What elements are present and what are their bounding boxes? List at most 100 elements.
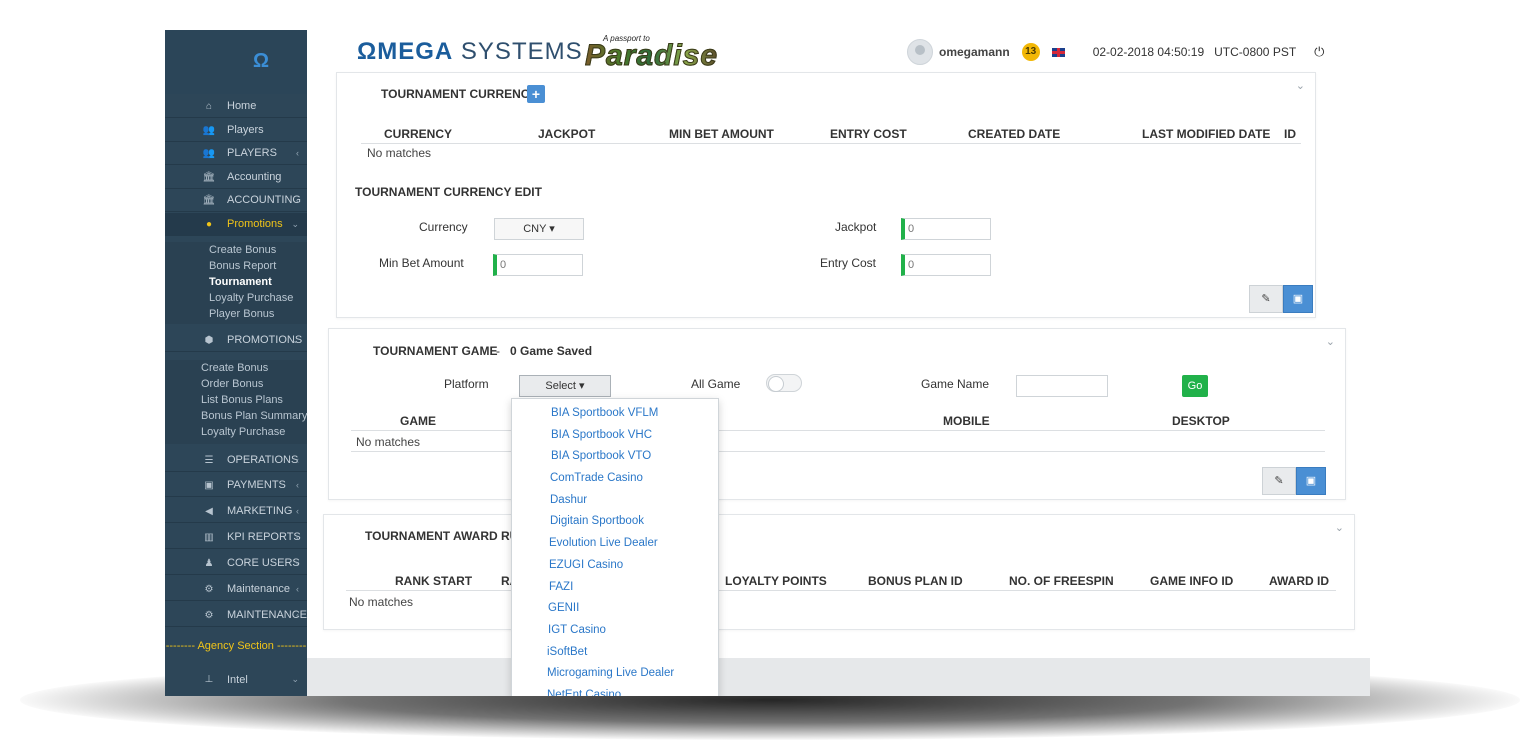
dropdown-option[interactable]: iSoftBet — [512, 642, 718, 664]
sidebar-item-core-users[interactable]: ♟ CORE USERS ‹ — [165, 552, 307, 575]
notification-badge[interactable]: 13 — [1021, 43, 1040, 61]
all-game-toggle[interactable] — [766, 374, 802, 392]
dropdown-option[interactable]: Microgaming Live Dealer — [512, 663, 718, 685]
jackpot-input[interactable]: 0 — [901, 218, 991, 240]
game-name-label: Game Name — [921, 377, 990, 391]
submenu-item-loyalty-purchase[interactable]: Loyalty Purchase — [209, 290, 307, 306]
sidebar-item-players-menu[interactable]: 👥 PLAYERS ‹ — [165, 142, 307, 165]
dropdown-option[interactable]: GENII — [512, 598, 718, 620]
platform-dropdown-menu: BIA Sportbook VFLM BIA Sportbook VHC BIA… — [511, 398, 719, 696]
chevron-left-icon: ‹ — [296, 558, 299, 568]
column-header[interactable]: DESKTOP — [1172, 414, 1230, 428]
column-header[interactable]: MOBILE — [943, 414, 990, 428]
jackpot-label: Jackpot — [835, 220, 877, 234]
submenu-item-create-bonus[interactable]: Create Bonus — [209, 242, 307, 258]
empty-table-message: No matches — [349, 595, 414, 609]
eraser-button[interactable]: ✎ — [1262, 467, 1296, 495]
min-bet-label: Min Bet Amount — [379, 256, 464, 270]
chevron-left-icon: ‹ — [296, 506, 299, 516]
submenu-item-loyalty-purchase[interactable]: Loyalty Purchase — [201, 424, 307, 440]
column-header[interactable]: CURRENCY — [384, 127, 452, 141]
submenu-item-order-bonus[interactable]: Order Bonus — [201, 376, 307, 392]
sidebar-item-promotions-upper[interactable]: ⬢ PROMOTIONS ⌄ — [165, 329, 307, 352]
sidebar-item-label: ACCOUNTING — [227, 194, 301, 206]
column-header[interactable]: NO. OF FREESPIN — [1009, 574, 1114, 588]
eraser-button[interactable]: ✎ — [1249, 285, 1283, 313]
stage: Ω ⌂ Home 👥 Players 👥 PLAYERS ‹ 🏛 Account… — [0, 0, 1539, 749]
sidebar-item-marketing[interactable]: ◀ MARKETING ‹ — [165, 500, 307, 523]
column-header[interactable]: ENTRY COST — [830, 127, 907, 141]
dropdown-option[interactable]: Digitain Sportbook — [512, 511, 718, 533]
column-header[interactable]: JACKPOT — [538, 127, 595, 141]
chevron-down-icon: ⌄ — [291, 674, 299, 684]
sidebar-item-players[interactable]: 👥 Players — [165, 119, 307, 142]
game-name-input[interactable] — [1016, 375, 1108, 397]
currency-select[interactable]: CNY ▾ — [494, 218, 584, 240]
dropdown-option[interactable]: NetEnt Casino — [512, 685, 718, 696]
brand-omega: ΩMEGA — [357, 38, 454, 65]
dropdown-option[interactable]: FAZI — [512, 577, 718, 599]
column-header[interactable]: CREATED DATE — [968, 127, 1060, 141]
chevron-down-icon[interactable]: ⌄ — [1326, 335, 1335, 348]
sidebar-item-maintenance-menu[interactable]: ⚙ MAINTENANCE ‹ — [165, 604, 307, 627]
submenu-item-tournament[interactable]: Tournament — [209, 274, 307, 290]
entry-cost-input[interactable]: 0 — [901, 254, 991, 276]
sidebar-item-accounting[interactable]: 🏛 Accounting — [165, 166, 307, 189]
dropdown-option[interactable]: Dashur — [512, 490, 718, 512]
bank-icon: 🏛 — [202, 194, 216, 206]
dropdown-option[interactable]: EZUGI Casino — [512, 555, 718, 577]
sidebar-item-promotions[interactable]: ● Promotions ⌄ — [165, 213, 307, 236]
username[interactable]: omegamann — [939, 45, 1010, 59]
tags-icon: ⬢ — [204, 334, 214, 346]
table-divider — [346, 590, 1336, 591]
datetime: 02-02-2018 04:50:19 — [1092, 45, 1205, 59]
header-user-area: omegamann 13 02-02-2018 04:50:19 UTC-080… — [907, 39, 1324, 65]
dropdown-option[interactable]: BIA Sportbook VHC — [512, 425, 718, 447]
submenu-item-create-bonus[interactable]: Create Bonus — [201, 360, 307, 376]
uk-flag-icon[interactable] — [1051, 47, 1065, 57]
sidebar-item-operations[interactable]: ☰ OPERATIONS ‹ — [165, 449, 307, 472]
sidebar-item-accounting-menu[interactable]: 🏛 ACCOUNTING ‹ — [165, 189, 307, 212]
submenu-item-player-bonus[interactable]: Player Bonus — [209, 306, 307, 322]
sidebar-item-label: CORE USERS — [227, 557, 300, 569]
brand-systems: SYSTEMS — [453, 38, 583, 65]
all-game-label: All Game — [691, 377, 741, 391]
submenu-item-list-bonus-plans[interactable]: List Bonus Plans — [201, 392, 307, 408]
add-currency-button[interactable]: + — [527, 85, 545, 103]
sidebar-item-maintenance[interactable]: ⚙ Maintenance ‹ — [165, 578, 307, 601]
dropdown-option[interactable]: Evolution Live Dealer — [512, 533, 718, 555]
column-header[interactable]: BONUS PLAN ID — [868, 574, 963, 588]
megaphone-icon: ◀ — [205, 505, 213, 517]
sidebar-item-label: MARKETING — [227, 505, 293, 517]
tournament-game-panel: ⌄ TOURNAMENT GAME - 0 Game Saved Platfor… — [328, 328, 1346, 500]
save-button[interactable]: ▣ — [1296, 467, 1326, 495]
timezone: UTC-0800 PST — [1214, 45, 1297, 59]
sidebar-item-home[interactable]: ⌂ Home — [165, 95, 307, 118]
chevron-down-icon[interactable]: ⌄ — [1335, 521, 1344, 534]
dropdown-option[interactable]: BIA Sportbook VTO — [512, 446, 718, 468]
chevron-down-icon[interactable]: ⌄ — [1296, 79, 1305, 92]
save-button[interactable]: ▣ — [1283, 285, 1313, 313]
column-header[interactable]: ID — [1284, 127, 1296, 141]
submenu-item-bonus-plan-summary[interactable]: Bonus Plan Summary — [201, 408, 307, 424]
platform-select[interactable]: Select ▾ — [519, 375, 611, 397]
sidebar-item-payments[interactable]: ▣ PAYMENTS ‹ — [165, 474, 307, 497]
dropdown-option[interactable]: BIA Sportbook VFLM — [512, 403, 718, 425]
column-header[interactable]: RANK START — [395, 574, 472, 588]
power-icon[interactable]: ⏻ — [1314, 44, 1324, 60]
column-header[interactable]: LOYALTY POINTS — [725, 574, 827, 588]
dropdown-option[interactable]: ComTrade Casino — [512, 468, 718, 490]
column-header[interactable]: MIN BET AMOUNT — [669, 127, 774, 141]
sidebar-item-intel[interactable]: ⊥ Intel ⌄ — [165, 668, 307, 691]
go-button[interactable]: Go — [1182, 375, 1208, 397]
min-bet-input[interactable]: 0 — [493, 254, 583, 276]
column-header[interactable]: AWARD ID — [1269, 574, 1329, 588]
submenu-item-bonus-report[interactable]: Bonus Report — [209, 258, 307, 274]
panel-title: TOURNAMENT GAME — [373, 344, 498, 358]
dropdown-option[interactable]: IGT Casino — [512, 620, 718, 642]
column-header[interactable]: LAST MODIFIED DATE — [1142, 127, 1270, 141]
sidebar-item-kpi-reports[interactable]: ▥ KPI REPORTS ‹ — [165, 526, 307, 549]
avatar[interactable] — [907, 39, 933, 65]
column-header[interactable]: GAME INFO ID — [1150, 574, 1233, 588]
column-header[interactable]: GAME — [400, 414, 436, 428]
